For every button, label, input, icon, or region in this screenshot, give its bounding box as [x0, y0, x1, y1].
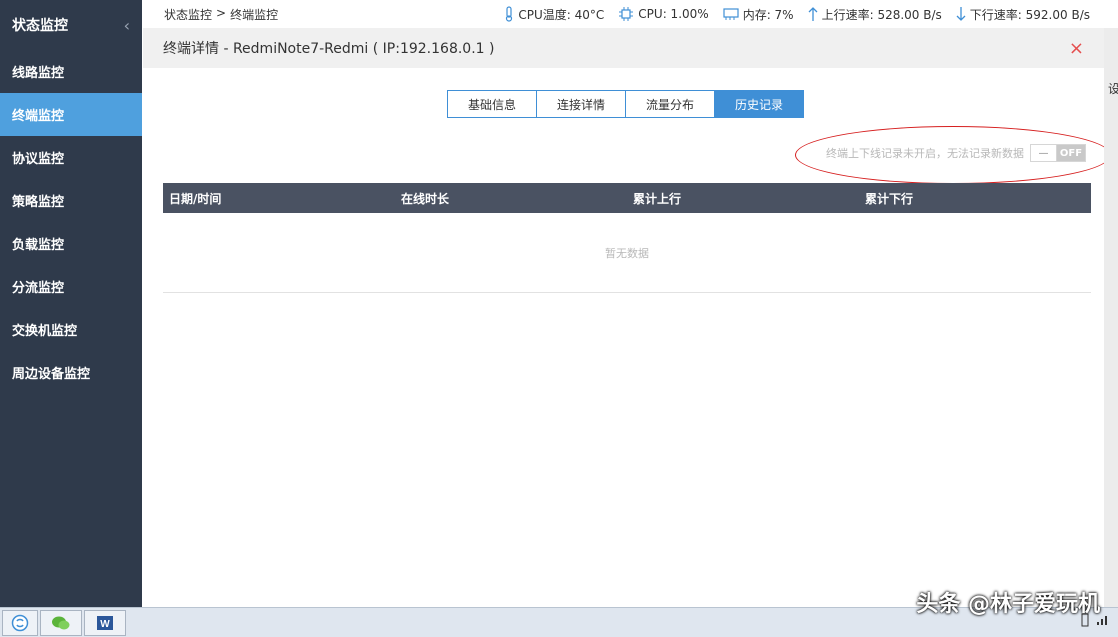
nav-item-label: 周边设备监控 [12, 367, 91, 382]
top-bar: 状态监控 > 终端监控 CPU温度: 40°C CPU: 1.00% 内存: 7… [142, 0, 1118, 28]
toggle-label: OFF [1057, 145, 1085, 161]
history-table: 日期/时间 在线时长 累计上行 累计下行 暂无数据 [163, 183, 1091, 293]
breadcrumb: 状态监控 > 终端监控 [164, 6, 278, 23]
record-notice: 终端上下线记录未开启，无法记录新数据 — OFF [826, 144, 1086, 162]
download-value: 下行速率: 592.00 B/s [969, 7, 1090, 22]
record-toggle[interactable]: — OFF [1030, 144, 1086, 162]
memory-icon [723, 8, 739, 20]
terminal-detail-modal: 终端详情 - RedmiNote7-Redmi ( IP:192.168.0.1… [143, 28, 1111, 607]
cpu-temp-value: CPU温度: 40°C [518, 7, 605, 22]
download-stat: 下行速率: 592.00 B/s [956, 6, 1090, 23]
system-stats: CPU温度: 40°C CPU: 1.00% 内存: 7% 上行速率: 528.… [504, 6, 1090, 23]
breadcrumb-separator: > [216, 5, 227, 20]
cpu-chip-icon [619, 7, 634, 21]
nav-item-switch-monitor[interactable]: 交换机监控 [0, 308, 142, 351]
column-header-total-upload[interactable]: 累计上行 [627, 190, 859, 207]
wechat-icon [52, 616, 70, 629]
nav-item-protocol-monitor[interactable]: 协议监控 [0, 136, 142, 179]
breadcrumb-root[interactable]: 状态监控 [164, 6, 212, 23]
sogou-icon [11, 614, 29, 631]
upload-stat: 上行速率: 528.00 B/s [808, 6, 942, 23]
record-notice-text: 终端上下线记录未开启，无法记录新数据 [826, 147, 1024, 160]
memory-stat: 内存: 7% [723, 6, 794, 23]
nav-item-label: 终端监控 [12, 109, 65, 124]
close-icon[interactable]: × [1069, 38, 1084, 59]
nav-item-terminal-monitor[interactable]: 终端监控 [0, 93, 142, 136]
thermometer-icon [506, 6, 513, 22]
chevron-left-icon[interactable]: ‹ [124, 16, 130, 35]
arrow-up-icon [808, 7, 818, 21]
nav-item-label: 策略监控 [12, 195, 65, 210]
nav-item-policy-monitor[interactable]: 策略监控 [0, 179, 142, 222]
tab-traffic-distribution[interactable]: 流量分布 [625, 90, 715, 118]
column-header-datetime[interactable]: 日期/时间 [163, 190, 395, 207]
sidebar-header: 状态监控 ‹ [0, 0, 142, 50]
nav-item-label: 交换机监控 [12, 324, 78, 339]
tab-history[interactable]: 历史记录 [714, 90, 804, 118]
nav-item-label: 分流监控 [12, 281, 65, 296]
taskbar-wechat-button[interactable] [40, 609, 82, 636]
word-icon: W [97, 615, 113, 630]
nav-item-peripheral-monitor[interactable]: 周边设备监控 [0, 351, 142, 394]
breadcrumb-current: 终端监控 [230, 7, 279, 22]
taskbar-word-button[interactable]: W [84, 609, 126, 636]
sidebar-title: 状态监控 [12, 18, 68, 34]
column-header-total-download[interactable]: 累计下行 [859, 190, 1091, 207]
watermark: 头条 @林子爱玩机 [916, 592, 1100, 617]
cpu-value: CPU: 1.00% [638, 7, 709, 21]
tab-connection-details[interactable]: 连接详情 [536, 90, 626, 118]
tab-basic-info[interactable]: 基础信息 [447, 90, 537, 118]
cpu-stat: CPU: 1.00% [618, 7, 709, 21]
nav-item-label: 线路监控 [12, 66, 65, 81]
nav-item-shunt-monitor[interactable]: 分流监控 [0, 265, 142, 308]
nav-item-label: 负载监控 [12, 238, 65, 253]
arrow-down-icon [956, 7, 966, 21]
background-page-edge: 设 [1104, 28, 1118, 607]
sidebar: 状态监控 ‹ 线路监控 终端监控 协议监控 策略监控 负载监控 分流监控 交换机… [0, 0, 142, 607]
nav-item-load-monitor[interactable]: 负载监控 [0, 222, 142, 265]
nav-item-label: 协议监控 [12, 152, 65, 167]
svg-text:W: W [100, 619, 110, 630]
empty-state: 暂无数据 [163, 213, 1091, 293]
toggle-knob: — [1031, 145, 1057, 161]
taskbar-sogou-button[interactable] [2, 609, 38, 636]
column-header-online-duration[interactable]: 在线时长 [395, 190, 627, 207]
upload-value: 上行速率: 528.00 B/s [821, 7, 942, 22]
nav-item-line-monitor[interactable]: 线路监控 [0, 50, 142, 93]
background-page-text: 设 [1108, 82, 1118, 96]
table-header: 日期/时间 在线时长 累计上行 累计下行 [163, 183, 1091, 213]
memory-value: 内存: 7% [742, 7, 794, 22]
modal-header: 终端详情 - RedmiNote7-Redmi ( IP:192.168.0.1… [143, 28, 1104, 68]
tab-bar: 基础信息 连接详情 流量分布 历史记录 [447, 90, 804, 118]
modal-title: 终端详情 - RedmiNote7-Redmi ( IP:192.168.0.1… [163, 41, 495, 57]
cpu-temp-stat: CPU温度: 40°C [504, 6, 604, 23]
